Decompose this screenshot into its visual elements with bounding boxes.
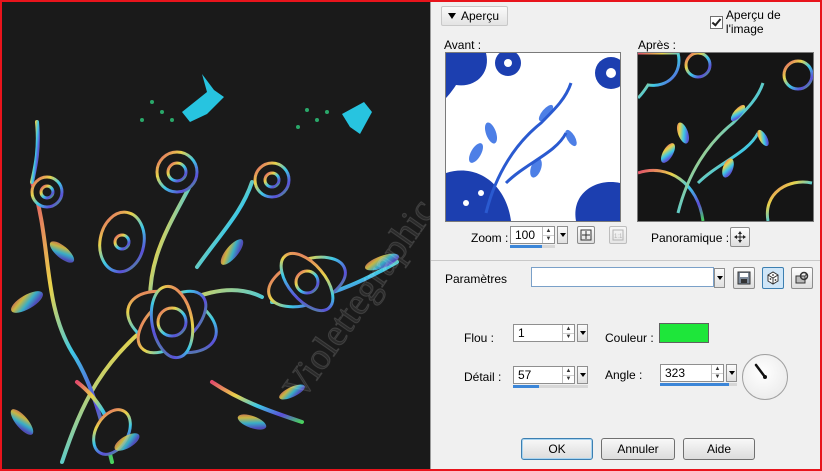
detail-spinner[interactable]: 57 ▲ ▼: [513, 366, 575, 384]
parametres-preset-select[interactable]: [531, 267, 714, 287]
zoom-value: 100: [515, 228, 536, 242]
screenshot-frame: Violettegraphic Aperçu Aperçu de l'image…: [0, 0, 822, 471]
angle-dial[interactable]: [742, 354, 788, 400]
reset-icon: [795, 271, 809, 284]
detail-dropdown-button[interactable]: [577, 366, 588, 384]
detail-spin-arrows[interactable]: ▲ ▼: [562, 367, 574, 383]
zoom-actual-size-button[interactable]: 1:1: [609, 226, 627, 244]
angle-dropdown-button[interactable]: [726, 364, 737, 382]
zoom-label: Zoom :: [471, 231, 509, 245]
pan-move-icon: [734, 231, 746, 243]
panoramique-button[interactable]: [730, 227, 750, 247]
apercu-image-label: Aperçu de l'image: [725, 8, 781, 36]
save-preset-button[interactable]: [733, 267, 755, 289]
svg-text:1:1: 1:1: [614, 234, 623, 240]
fit-window-icon: [580, 229, 592, 241]
flou-dropdown-button[interactable]: [577, 324, 588, 342]
aide-button[interactable]: Aide: [683, 438, 755, 460]
zoom-fit-button[interactable]: [577, 226, 595, 244]
detail-level-bar[interactable]: [513, 385, 539, 388]
dice-icon: [767, 271, 779, 285]
before-preview[interactable]: [445, 52, 621, 222]
before-label: Avant :: [444, 38, 482, 52]
floppy-save-icon: [737, 271, 751, 285]
angle-spinner[interactable]: 323 ▲ ▼: [660, 364, 724, 382]
collapse-arrow-icon: [448, 13, 456, 19]
separator-line: [431, 260, 820, 261]
flou-label: Flou :: [464, 331, 495, 345]
zoom-spinner[interactable]: 100 ▲ ▼: [510, 226, 555, 244]
zoom-spin-arrows[interactable]: ▲ ▼: [542, 227, 554, 243]
dropdown-arrow-icon: [559, 233, 566, 237]
image-canvas: Violettegraphic: [2, 2, 430, 469]
angle-spin-arrows[interactable]: ▲ ▼: [711, 365, 723, 381]
after-preview[interactable]: [637, 52, 814, 222]
dropdown-arrow-icon: [728, 371, 735, 375]
angle-value: 323: [665, 366, 686, 380]
effect-dialog-panel: Aperçu Aperçu de l'image Avant : Après :: [430, 2, 820, 469]
zoom-level-bar: [510, 245, 542, 248]
dropdown-arrow-icon: [579, 373, 586, 377]
detail-label: Détail :: [464, 370, 502, 384]
dropdown-arrow-icon: [579, 331, 586, 335]
apercu-toggle-button[interactable]: Aperçu: [441, 6, 509, 26]
parametres-dropdown-button[interactable]: [714, 268, 725, 288]
annuler-button[interactable]: Annuler: [601, 438, 675, 460]
after-preview-image: [638, 53, 813, 221]
actual-size-icon: 1:1: [612, 229, 624, 241]
flou-value: 1: [518, 326, 525, 340]
angle-label: Angle :: [605, 368, 643, 382]
randomize-button[interactable]: [762, 267, 784, 289]
parametres-value: [532, 270, 536, 284]
embossed-floral-artwork: Violettegraphic: [10, 74, 430, 464]
dropdown-arrow-icon: [716, 276, 723, 280]
zoom-dropdown-button[interactable]: [557, 226, 568, 244]
ok-button[interactable]: OK: [521, 438, 593, 460]
reset-defaults-button[interactable]: [791, 267, 813, 289]
after-label: Après :: [638, 38, 677, 52]
flou-spin-arrows[interactable]: ▲ ▼: [562, 325, 574, 341]
flou-spinner[interactable]: 1 ▲ ▼: [513, 324, 575, 342]
parametres-label: Paramètres: [445, 272, 508, 286]
apercu-image-checkbox[interactable]: [710, 15, 723, 29]
couleur-swatch[interactable]: [659, 323, 709, 343]
couleur-label: Couleur :: [605, 331, 654, 345]
apercu-label: Aperçu: [461, 9, 500, 23]
angle-dial-needle-icon: [754, 363, 767, 379]
panoramique-label: Panoramique :: [651, 231, 730, 245]
before-preview-image: [446, 53, 620, 221]
angle-level-bar[interactable]: [660, 383, 729, 386]
apercu-image-checkbox-group[interactable]: Aperçu de l'image: [710, 8, 820, 36]
detail-value: 57: [518, 368, 532, 382]
